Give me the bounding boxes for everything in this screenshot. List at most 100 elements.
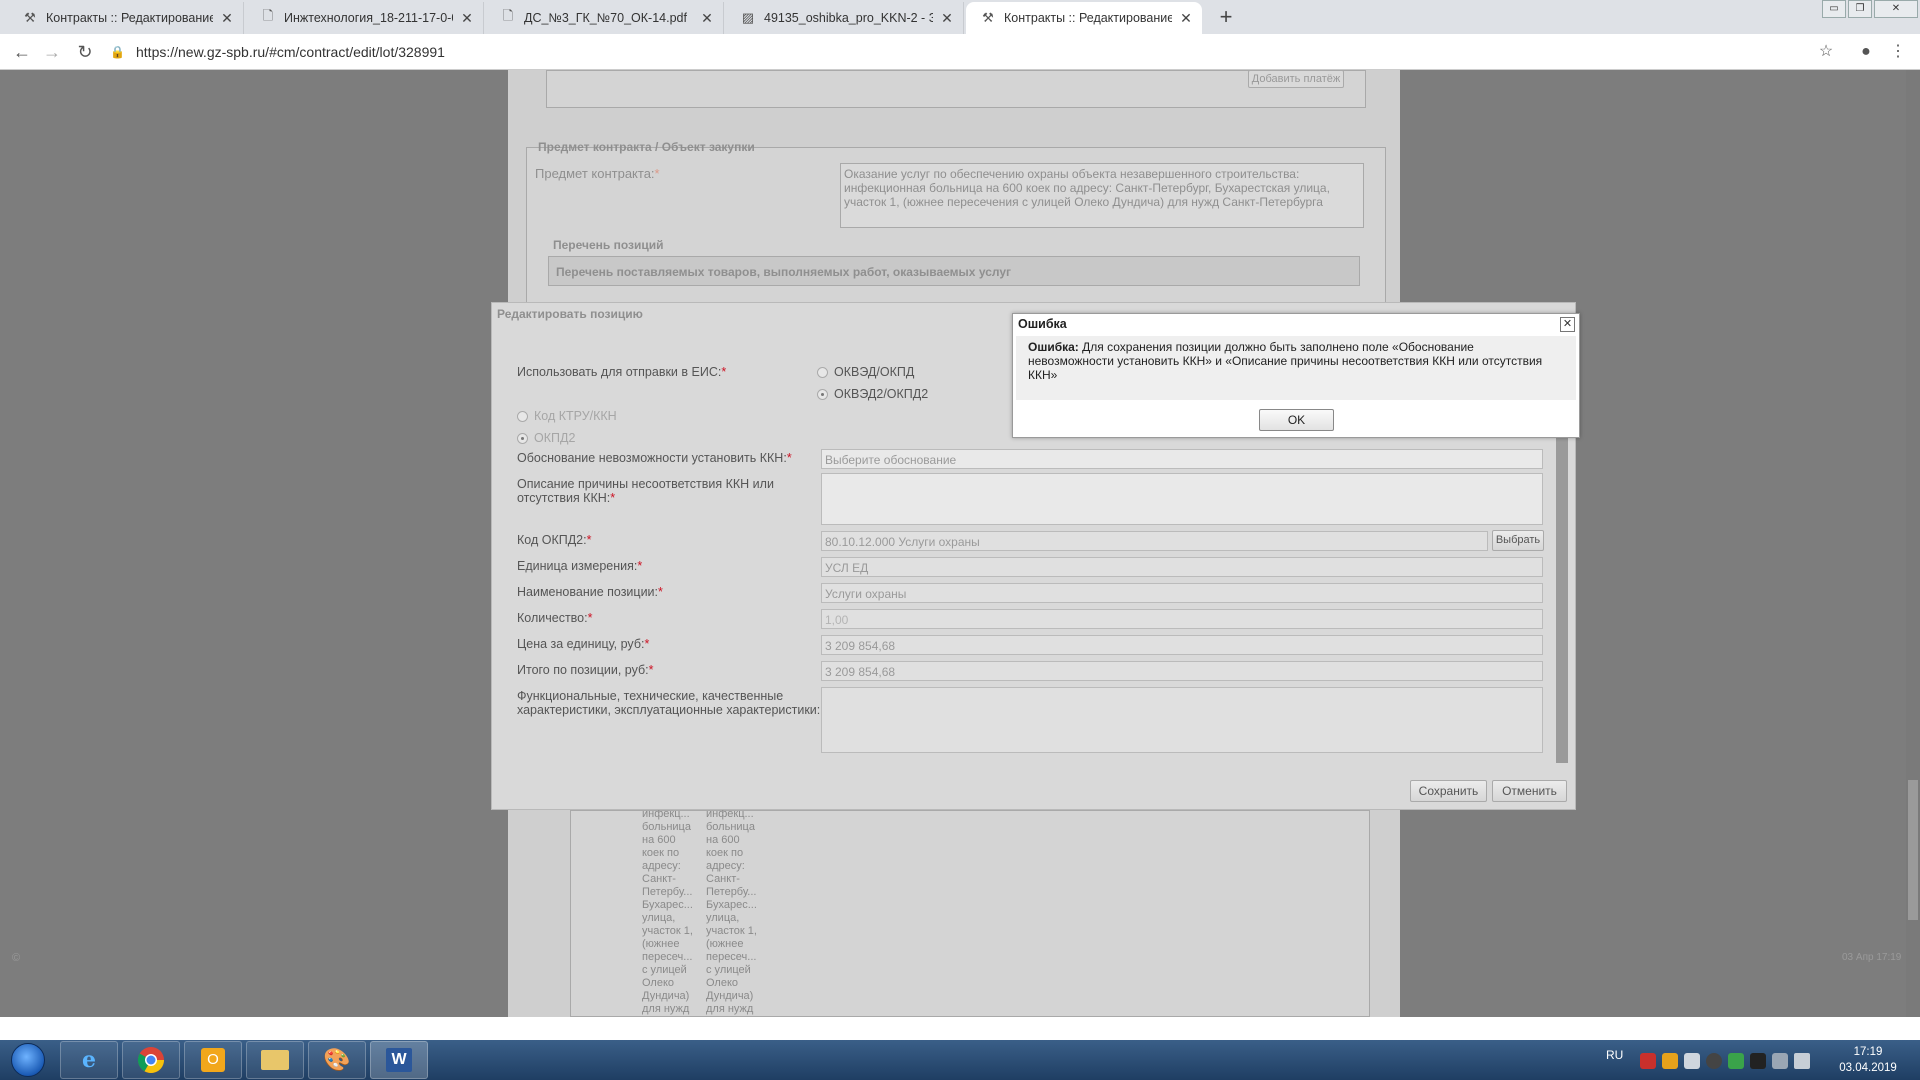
url-text[interactable]: https://new.gz-spb.ru/#cm/contract/edit/…	[136, 44, 445, 60]
okpd2-label: Код ОКПД2:*	[517, 533, 592, 547]
table-cell-line: (южнее	[706, 938, 744, 950]
name-field[interactable]: Услуги охраны	[821, 583, 1543, 603]
windows-taskbar: e O 🎨 W	[0, 1040, 1920, 1080]
outlook-icon[interactable]: O	[184, 1041, 242, 1079]
radio-okpd2[interactable]: ОКПД2	[517, 431, 575, 445]
browser-tab-bar: ⚒ Контракты :: Редактирование ко ✕ 🗋 Инж…	[0, 0, 1920, 34]
reason-select[interactable]: Выберите обоснование	[821, 449, 1543, 469]
close-window-button[interactable]: ✕	[1874, 0, 1918, 18]
unit-field[interactable]: УСЛ ЕД	[821, 557, 1543, 577]
browser-tab[interactable]: ⚒ Контракты :: Редактирование ко ✕	[8, 2, 244, 34]
positions-table-header: Перечень поставляемых товаров, выполняем…	[548, 256, 1360, 286]
okpd2-field[interactable]: 80.10.12.000 Услуги охраны	[821, 531, 1488, 551]
document-icon: 🗋	[502, 8, 514, 23]
browser-tab-active[interactable]: ⚒ Контракты :: Редактирование ко ✕	[966, 2, 1202, 34]
chrome-icon[interactable]	[122, 1041, 180, 1079]
subject-value: Оказание услуг по обеспечению охраны объ…	[844, 167, 1330, 209]
update-icon[interactable]	[1728, 1053, 1744, 1069]
table-cell-subject: инфекц... больница на 600 коек по адресу: Сан…	[642, 808, 698, 1016]
antivirus-icon[interactable]	[1640, 1053, 1656, 1069]
display-icon[interactable]	[1750, 1053, 1766, 1069]
radio-dot-selected[interactable]	[517, 432, 528, 444]
table-cell-line: Дундича)	[642, 990, 690, 1002]
qty-label: Количество:*	[517, 611, 593, 625]
table-cell-line: участок 1,	[642, 925, 693, 937]
table-cell-line: для нужд	[642, 1003, 690, 1015]
table-cell-line: больница	[706, 821, 755, 833]
close-tab-icon[interactable]: ✕	[699, 10, 715, 27]
tab-label: 49135_oshibka_pro_KKN-2 - Зал	[764, 11, 933, 25]
ok-button[interactable]: OK	[1259, 409, 1334, 431]
outlook-tray-icon[interactable]	[1662, 1053, 1678, 1069]
add-payment-button[interactable]: Добавить платёж	[1248, 70, 1344, 88]
network-icon[interactable]	[1772, 1053, 1788, 1069]
reason-label: Обоснование невозможности установить ККН…	[517, 451, 792, 465]
internet-explorer-icon[interactable]: e	[60, 1041, 118, 1079]
price-field[interactable]: 3 209 854,68	[821, 635, 1543, 655]
table-cell-line: Бухарес...	[706, 899, 757, 911]
close-icon[interactable]: ✕	[1560, 317, 1575, 332]
page-scrollbar-thumb[interactable]	[1908, 780, 1918, 920]
table-cell-line: для нужд	[706, 1003, 754, 1015]
minimize-window-button[interactable]: ▭	[1822, 0, 1846, 18]
volume-icon[interactable]	[1794, 1053, 1810, 1069]
back-arrow-icon[interactable]: ←	[10, 40, 34, 64]
tab-label: ДС_№3_ГК_№70_ОК-14.pdf	[524, 11, 687, 25]
close-tab-icon[interactable]: ✕	[219, 10, 235, 27]
document-icon: 🗋	[262, 8, 274, 23]
language-indicator[interactable]: RU	[1606, 1048, 1623, 1062]
table-cell-line: адресу:	[642, 860, 681, 872]
radio-okved-okpd[interactable]: ОКВЭД/ОКПД	[817, 365, 914, 379]
characteristics-label: Функциональные, технические, качественны…	[517, 689, 821, 717]
new-tab-button[interactable]: +	[1212, 4, 1240, 30]
image-icon: ▨	[741, 10, 755, 25]
modal-scrollbar[interactable]	[1556, 403, 1568, 763]
name-label: Наименование позиции:*	[517, 585, 663, 599]
close-tab-icon[interactable]: ✕	[459, 10, 475, 27]
close-tab-icon[interactable]: ✕	[939, 10, 955, 27]
close-tab-icon[interactable]: ✕	[1178, 10, 1194, 27]
restore-window-button[interactable]: ❐	[1848, 0, 1872, 18]
section-title-subject: Предмет контракта / Объект закупки	[538, 140, 755, 154]
table-cell-line: (южнее	[642, 938, 680, 950]
paint-icon[interactable]: 🎨	[308, 1041, 366, 1079]
cancel-button[interactable]: Отменить	[1492, 780, 1567, 802]
description-textarea[interactable]	[821, 473, 1543, 525]
choose-okpd2-button[interactable]: Выбрать	[1492, 530, 1544, 551]
table-cell-line: улица,	[642, 912, 676, 924]
system-clock[interactable]: 17:19 03.04.2019	[1838, 1044, 1898, 1076]
radio-dot-selected[interactable]	[817, 388, 828, 400]
payments-panel	[546, 70, 1366, 108]
reload-icon[interactable]: ↻	[73, 40, 97, 64]
error-prefix: Ошибка:	[1028, 340, 1079, 354]
account-icon[interactable]: ●	[1854, 40, 1878, 64]
page-scrollbar[interactable]	[1906, 70, 1920, 1017]
word-icon[interactable]: W	[370, 1041, 428, 1079]
table-cell-line: Петербу...	[642, 886, 693, 898]
file-explorer-icon[interactable]	[246, 1041, 304, 1079]
total-field[interactable]: 3 209 854,68	[821, 661, 1543, 681]
radio-okved2-okpd2[interactable]: ОКВЭД2/ОКПД2	[817, 387, 928, 401]
tab-label: Инжтехнология_18-211-17-0-0.	[284, 11, 453, 25]
printer-icon[interactable]	[1684, 1053, 1700, 1069]
start-button[interactable]	[4, 1042, 52, 1078]
address-bar[interactable]: 🔒 https://new.gz-spb.ru/#cm/contract/edi…	[110, 38, 1810, 66]
browser-tab[interactable]: 🗋 ДС_№3_ГК_№70_ОК-14.pdf ✕	[486, 2, 724, 34]
browser-tab[interactable]: 🗋 Инжтехнология_18-211-17-0-0. ✕	[246, 2, 484, 34]
windows-logo-icon	[11, 1043, 45, 1077]
security-icon[interactable]	[1706, 1053, 1722, 1069]
menu-dots-icon[interactable]: ⋮	[1886, 40, 1910, 64]
table-cell-line: пересеч...	[706, 951, 757, 963]
qty-field[interactable]: 1,00	[821, 609, 1543, 629]
radio-ktru[interactable]: Код КТРУ/ККН	[517, 409, 617, 423]
tab-label: Контракты :: Редактирование ко	[1004, 11, 1172, 25]
radio-dot[interactable]	[517, 410, 528, 422]
bookmark-star-icon[interactable]: ☆	[1814, 40, 1838, 64]
save-button[interactable]: Сохранить	[1410, 780, 1487, 802]
characteristics-textarea[interactable]	[821, 687, 1543, 753]
radio-dot[interactable]	[817, 366, 828, 378]
subject-textarea[interactable]: Оказание услуг по обеспечению охраны объ…	[840, 163, 1364, 228]
forward-arrow-icon[interactable]: →	[40, 40, 64, 64]
browser-tab[interactable]: ▨ 49135_oshibka_pro_KKN-2 - Зал ✕	[726, 2, 964, 34]
tab-label: Контракты :: Редактирование ко	[46, 11, 213, 25]
